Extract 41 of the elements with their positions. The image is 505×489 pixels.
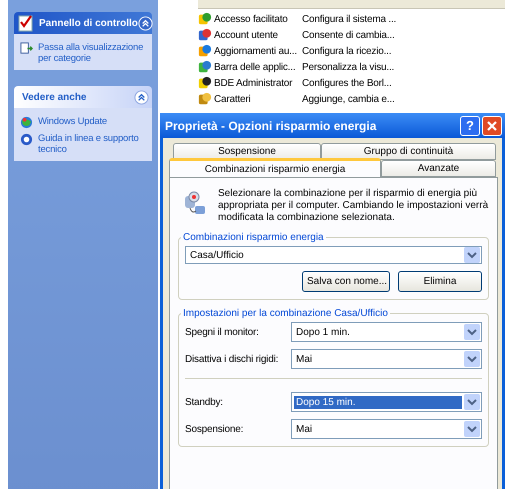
panel-title: Pannello di controllo [17,14,138,32]
help-button[interactable]: ? [460,116,480,136]
list-item[interactable]: Barra delle applic... [198,60,302,74]
dropdown[interactable]: Casa/Ufficio [185,246,482,264]
sidebar-link[interactable]: Guida in linea e supporto tecnico [20,133,148,155]
item-description: Consente di cambia... [302,30,396,40]
list-item[interactable]: Accesso facilitato [198,12,302,26]
setting-label: Sospensione: [185,424,244,434]
dropdown[interactable]: Dopo 15 min. [291,392,482,412]
collapse-icon[interactable] [134,90,149,104]
checklist-icon [17,14,35,32]
dropdown[interactable]: Dopo 1 min. [291,322,482,342]
dropdown[interactable]: Mai [291,349,482,369]
item-description: Configura il sistema ... [302,14,398,24]
dialog-button[interactable]: Salva con nome... [302,271,390,292]
tab[interactable]: Avanzate [381,160,496,177]
sidebar-link[interactable]: Windows Update [20,116,148,129]
setting-label: Spegni il monitor: [185,326,260,338]
item-description: Configures the Borl... [302,78,393,88]
list-item[interactable]: BDE Administrator [198,76,302,90]
close-button[interactable] [482,116,502,136]
item-description: Configura la ricezio... [302,46,392,56]
tab[interactable]: Combinazioni risparmio energia [169,158,381,177]
list-item[interactable]: Caratteri [198,92,302,106]
group-title: Combinazioni risparmio energia [182,232,325,243]
globe-icon [20,116,33,129]
close-icon [487,120,497,130]
dropdown[interactable]: Mai [291,419,482,439]
view-switch-icon [20,42,33,55]
list-item[interactable]: Aggiornamenti au... [198,44,302,58]
window-title: Proprietà - Opzioni risparmio energia [165,118,376,132]
item-description: Personalizza la visu... [302,62,396,72]
description-text: Selezionare la combinazione per il risparmio di energia più appropriata per il computer. Cambiando le impostazioni verrà modificata la combinazione selezionata. [218,188,489,224]
list-item[interactable]: Account utente [198,28,302,42]
tab[interactable]: Gruppo di continuità [321,143,496,160]
setting-label: Disattiva i dischi rigidi: [185,354,280,364]
panel-title: Vedere anche [22,92,86,102]
item-description: Aggiunge, cambia e... [302,94,396,104]
dialog-button[interactable]: Elimina [398,271,482,292]
setting-label: Standby: [185,396,224,408]
group-title: Impostazioni per la combinazione Casa/Ufficio [182,308,389,319]
